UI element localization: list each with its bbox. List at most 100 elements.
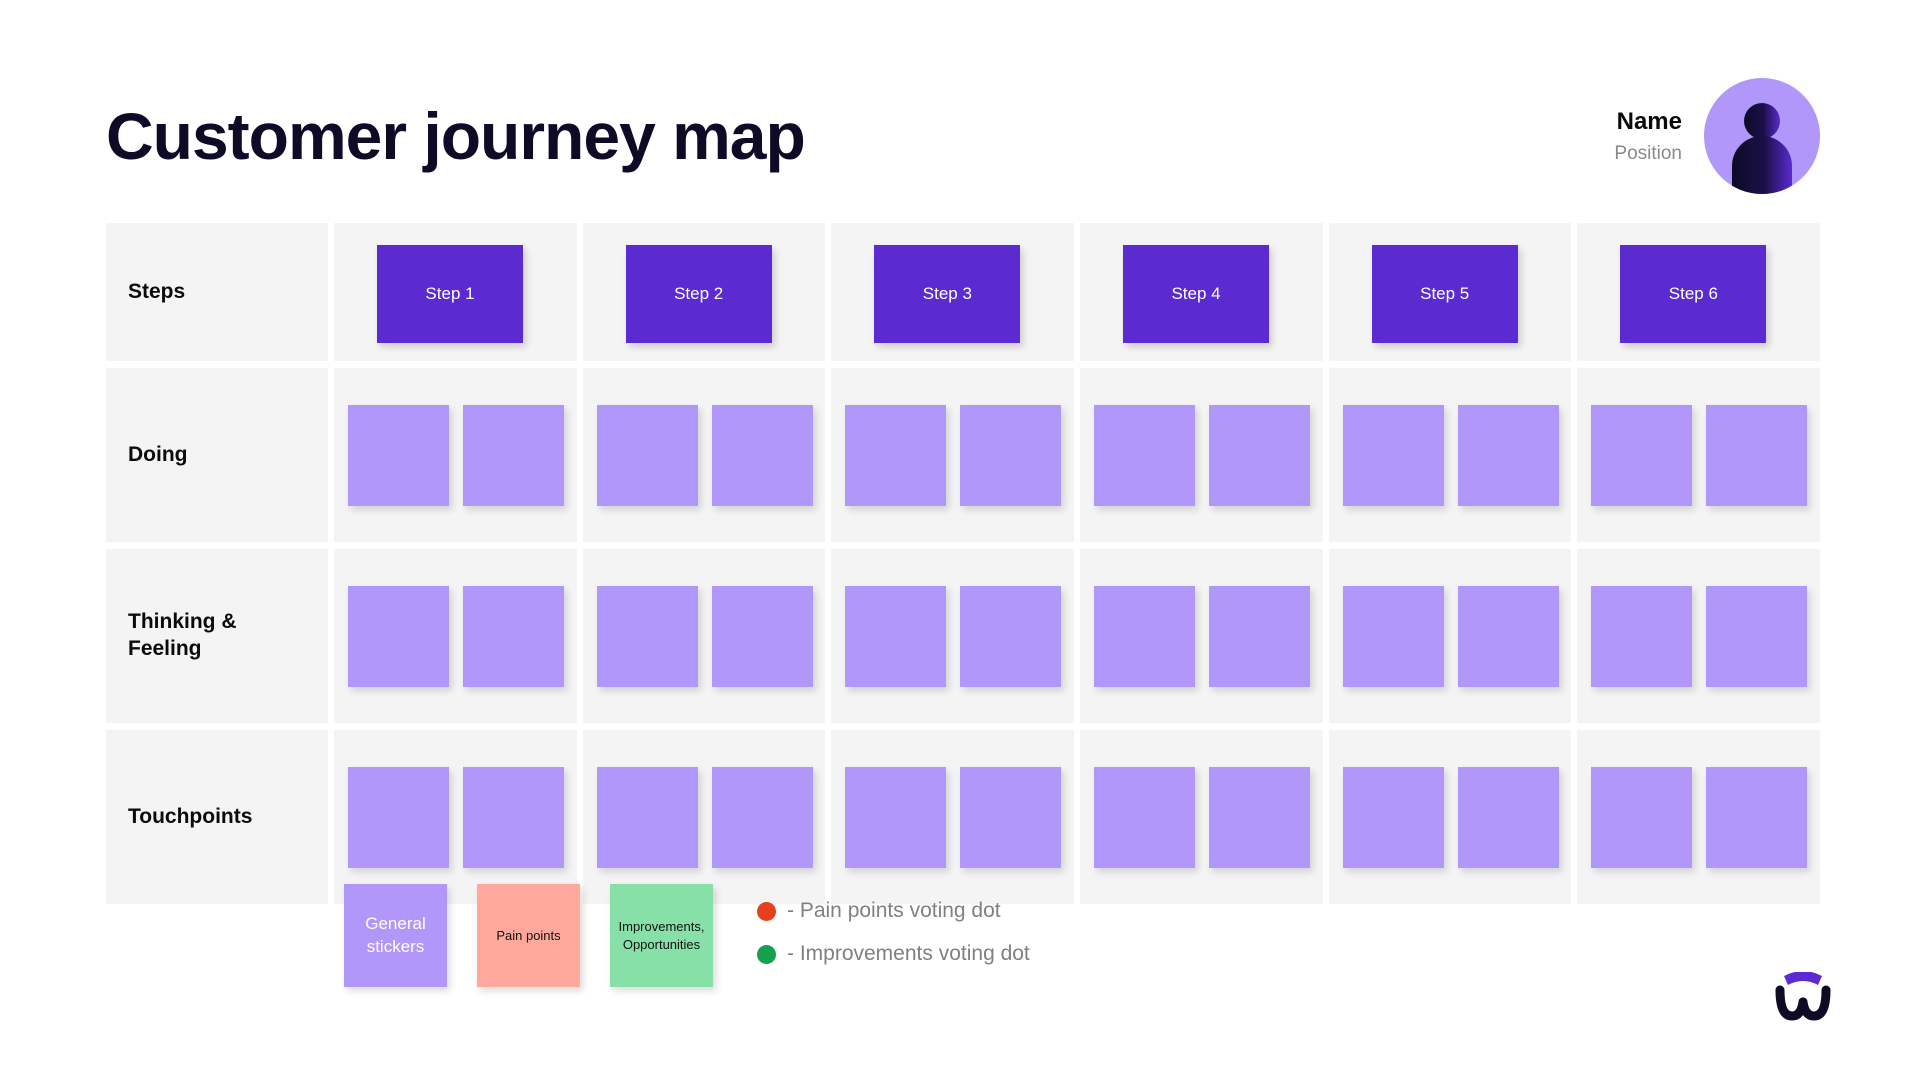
sticky-note[interactable] xyxy=(1591,767,1693,868)
note-cell xyxy=(1080,730,1323,904)
grid-row-doing: Doing xyxy=(106,368,1821,542)
sticky-note[interactable] xyxy=(1209,767,1311,868)
note-cell xyxy=(1577,549,1821,723)
sticky-note[interactable] xyxy=(1706,586,1808,687)
sticky-note[interactable] xyxy=(711,405,813,506)
note-cell xyxy=(1328,368,1572,542)
sticky-note[interactable] xyxy=(463,586,564,687)
sticky-note[interactable] xyxy=(463,767,564,868)
sticky-note[interactable] xyxy=(1457,405,1559,506)
grid-row-thinking-feeling: Thinking & Feeling xyxy=(106,549,1821,723)
sticky-note[interactable] xyxy=(845,767,947,868)
pain-points-dot-icon xyxy=(757,901,776,921)
note-cell xyxy=(831,549,1075,723)
legend-dot-label: - Pain points voting dot xyxy=(787,899,1001,922)
step-card[interactable]: Step 3 xyxy=(874,245,1021,343)
note-cell xyxy=(831,368,1075,542)
sticky-note[interactable] xyxy=(1342,586,1444,687)
sticky-note[interactable] xyxy=(711,767,813,868)
legend: General stickers Pain points Improvement… xyxy=(344,884,1030,987)
row-label: Thinking & Feeling xyxy=(128,610,237,660)
sticky-note[interactable] xyxy=(596,767,698,868)
note-cell xyxy=(1328,730,1572,904)
sticky-note[interactable] xyxy=(1094,586,1196,687)
sticky-note[interactable] xyxy=(1342,767,1444,868)
sticky-note[interactable] xyxy=(960,405,1062,506)
sticky-note[interactable] xyxy=(1706,767,1808,868)
note-cell xyxy=(831,730,1075,904)
row-label-cell-doing: Doing xyxy=(106,368,328,542)
legend-sticker-general[interactable]: General stickers xyxy=(344,884,447,987)
note-cell xyxy=(1328,549,1572,723)
customer-journey-map-page: Customer journey map Name Position Steps… xyxy=(0,0,1920,1080)
row-label: Steps xyxy=(128,279,186,303)
row-label: Touchpoints xyxy=(128,804,253,828)
avatar[interactable] xyxy=(1704,78,1820,194)
note-cell xyxy=(334,549,577,723)
note-cell xyxy=(582,730,826,904)
sticky-note[interactable] xyxy=(1706,405,1808,506)
note-cell xyxy=(1577,368,1821,542)
grid-row-steps: Steps Step 1 Step 2 Step 3 Step 4 Step 5… xyxy=(106,223,1821,361)
page-title: Customer journey map xyxy=(106,99,806,173)
user-avatar-icon xyxy=(1704,78,1820,194)
sticky-note[interactable] xyxy=(463,405,564,506)
note-cell xyxy=(1577,730,1821,904)
persona-text: Name Position xyxy=(1614,105,1682,167)
step-cell: Step 6 xyxy=(1577,223,1821,361)
step-card[interactable]: Step 2 xyxy=(625,245,772,343)
step-cell: Step 2 xyxy=(582,223,826,361)
step-card[interactable]: Step 6 xyxy=(1620,245,1767,343)
sticky-note[interactable] xyxy=(1457,767,1559,868)
sticky-note[interactable] xyxy=(711,586,813,687)
step-cell: Step 3 xyxy=(831,223,1075,361)
grid-row-touchpoints: Touchpoints xyxy=(106,730,1821,904)
legend-dots: - Pain points voting dot - Improvements … xyxy=(757,884,1030,966)
sticky-note[interactable] xyxy=(348,767,449,868)
step-cell: Step 1 xyxy=(334,223,577,361)
step-card[interactable]: Step 1 xyxy=(377,245,523,343)
step-card[interactable]: Step 4 xyxy=(1123,245,1270,343)
sticky-note[interactable] xyxy=(1342,405,1444,506)
legend-dot-label: - Improvements voting dot xyxy=(787,942,1030,965)
legend-sticker-pain-points[interactable]: Pain points xyxy=(477,884,580,987)
legend-sticker-improvements[interactable]: Improvements, Opportunities xyxy=(610,884,713,987)
note-cell xyxy=(334,368,577,542)
note-cell xyxy=(582,368,826,542)
legend-dot-row-improvements: - Improvements voting dot xyxy=(757,942,1030,966)
step-cell: Step 4 xyxy=(1080,223,1323,361)
page-header: Customer journey map Name Position xyxy=(106,78,1820,194)
sticky-note[interactable] xyxy=(348,586,449,687)
sticky-note[interactable] xyxy=(1591,586,1693,687)
sticky-note[interactable] xyxy=(960,586,1062,687)
row-label-cell-steps: Steps xyxy=(106,223,328,361)
brand-logo-icon xyxy=(1774,972,1832,1022)
legend-dot-row-pain: - Pain points voting dot xyxy=(757,899,1030,923)
sticky-note[interactable] xyxy=(1591,405,1693,506)
sticky-note[interactable] xyxy=(1094,405,1196,506)
sticky-note[interactable] xyxy=(596,586,698,687)
sticky-note[interactable] xyxy=(845,405,947,506)
row-label: Doing xyxy=(128,442,188,466)
note-cell xyxy=(1080,549,1323,723)
sticky-note[interactable] xyxy=(1094,767,1196,868)
sticky-note[interactable] xyxy=(1209,586,1311,687)
row-label-cell-thinking-feeling: Thinking & Feeling xyxy=(106,549,328,723)
sticky-note[interactable] xyxy=(960,767,1062,868)
persona-position: Position xyxy=(1614,142,1682,164)
sticky-note[interactable] xyxy=(596,405,698,506)
note-cell xyxy=(1080,368,1323,542)
persona-block: Name Position xyxy=(1614,78,1820,194)
sticky-note[interactable] xyxy=(348,405,449,506)
persona-name: Name xyxy=(1616,107,1682,135)
note-cell xyxy=(334,730,577,904)
journey-grid: Steps Step 1 Step 2 Step 3 Step 4 Step 5… xyxy=(106,223,1821,911)
sticky-note[interactable] xyxy=(1209,405,1311,506)
improvements-dot-icon xyxy=(757,944,776,964)
sticky-note[interactable] xyxy=(1457,586,1559,687)
sticky-note[interactable] xyxy=(845,586,947,687)
step-card[interactable]: Step 5 xyxy=(1371,245,1518,343)
step-cell: Step 5 xyxy=(1328,223,1572,361)
row-label-cell-touchpoints: Touchpoints xyxy=(106,730,328,904)
note-cell xyxy=(582,549,826,723)
